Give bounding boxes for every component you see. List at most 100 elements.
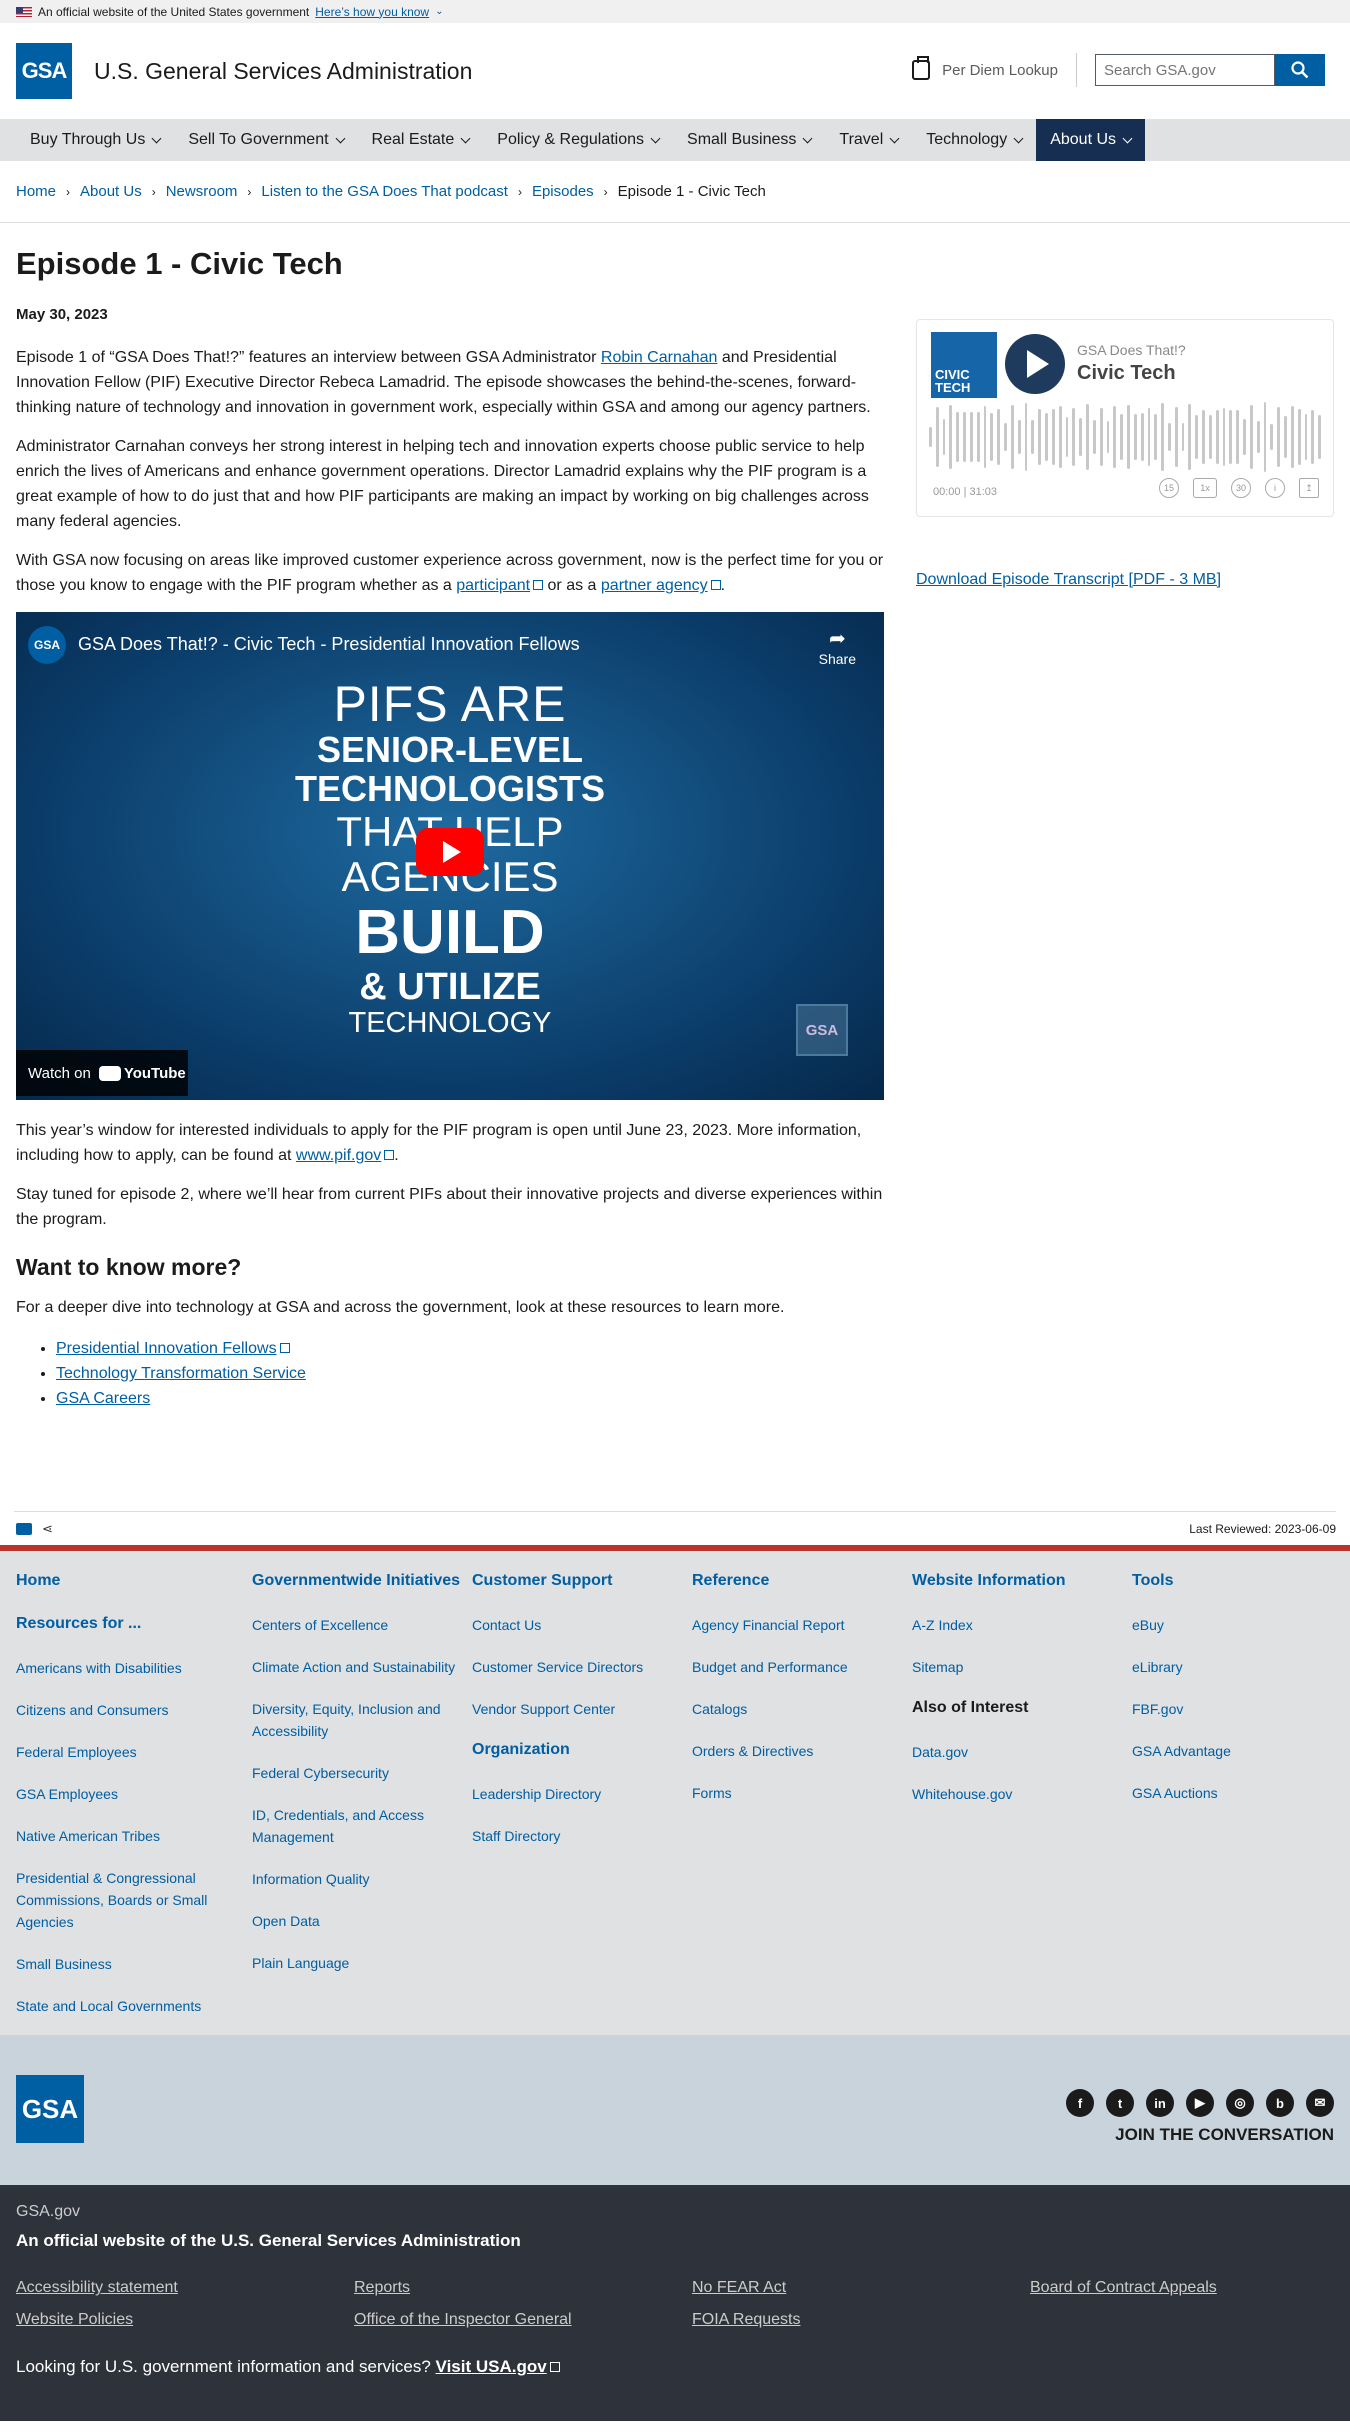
- visit-usa-gov-link[interactable]: Visit USA.gov: [436, 2357, 547, 2376]
- breadcrumb-about-us[interactable]: About Us: [80, 183, 142, 200]
- nav-small-business[interactable]: Small Business: [673, 119, 825, 161]
- print-icon[interactable]: [16, 1522, 32, 1535]
- forward-30-icon[interactable]: 30: [1231, 478, 1251, 498]
- facebook-icon[interactable]: f: [1066, 2089, 1094, 2118]
- footer-support-link[interactable]: Contact Us: [472, 1614, 692, 1636]
- youtube-icon[interactable]: ▶: [1186, 2089, 1214, 2118]
- waveform-scrubber[interactable]: [929, 402, 1322, 472]
- robin-carnahan-link[interactable]: Robin Carnahan: [601, 349, 718, 366]
- footer-reference-link[interactable]: Agency Financial Report: [692, 1614, 912, 1636]
- footer-website-link[interactable]: Sitemap: [912, 1656, 1132, 1678]
- twitter-icon[interactable]: t: [1106, 2089, 1134, 2118]
- chevron-down-icon: [335, 133, 345, 143]
- nav-real-estate[interactable]: Real Estate: [358, 119, 484, 161]
- blog-icon[interactable]: b: [1266, 2089, 1294, 2118]
- download-transcript-link[interactable]: Download Episode Transcript [PDF - 3 MB]: [916, 571, 1221, 588]
- footer-tool-link[interactable]: GSA Auctions: [1132, 1782, 1312, 1804]
- footer-org-link[interactable]: Leadership Directory: [472, 1783, 692, 1805]
- footer-resource-link[interactable]: Native American Tribes: [16, 1825, 252, 1847]
- footer-reference-link[interactable]: Budget and Performance: [692, 1656, 912, 1678]
- footer-gov-link[interactable]: Information Quality: [252, 1868, 472, 1890]
- board-of-contract-appeals-link[interactable]: Board of Contract Appeals: [1030, 2279, 1350, 2297]
- site-title[interactable]: U.S. General Services Administration: [94, 58, 472, 85]
- reports-link[interactable]: Reports: [354, 2279, 692, 2297]
- tts-resource-link[interactable]: Technology Transformation Service: [56, 1365, 306, 1382]
- footer-gov-link[interactable]: Open Data: [252, 1910, 472, 1932]
- social-links: f t in ▶ ◎ b ✉: [1066, 2089, 1334, 2118]
- footer-gov-link[interactable]: Diversity, Equity, Inclusion and Accessi…: [252, 1698, 472, 1742]
- inspector-general-link[interactable]: Office of the Inspector General: [354, 2311, 692, 2329]
- nav-technology[interactable]: Technology: [912, 119, 1036, 161]
- footer-tool-link[interactable]: GSA Advantage: [1132, 1740, 1312, 1762]
- search-button[interactable]: [1275, 54, 1325, 86]
- footer-resource-link[interactable]: Presidential & Congressional Commissions…: [16, 1867, 252, 1933]
- footer-gov-link[interactable]: ID, Credentials, and Access Management: [252, 1804, 472, 1848]
- footer-gsa-logo[interactable]: GSA: [16, 2075, 84, 2144]
- email-icon[interactable]: ✉: [1306, 2089, 1334, 2118]
- footer-tool-link[interactable]: eLibrary: [1132, 1656, 1312, 1678]
- footer-org-link[interactable]: Staff Directory: [472, 1825, 692, 1847]
- waveform-bar: [1154, 414, 1158, 460]
- linkedin-icon[interactable]: in: [1146, 2089, 1174, 2118]
- playback-speed-button[interactable]: 1x: [1193, 478, 1217, 498]
- breadcrumb-home[interactable]: Home: [16, 183, 56, 200]
- footer-resource-link[interactable]: State and Local Governments: [16, 1995, 252, 2017]
- channel-avatar[interactable]: GSA: [28, 626, 66, 665]
- nav-sell-to-government[interactable]: Sell To Government: [174, 119, 357, 161]
- footer-resource-link[interactable]: Americans with Disabilities: [16, 1657, 252, 1679]
- footer-gov-link[interactable]: Federal Cybersecurity: [252, 1762, 472, 1784]
- footer-interest-link[interactable]: Data.gov: [912, 1741, 1132, 1763]
- youtube-video-embed[interactable]: GSA GSA Does That!? - Civic Tech - Presi…: [16, 612, 884, 1101]
- breadcrumb-episodes[interactable]: Episodes: [532, 183, 594, 200]
- no-fear-act-link[interactable]: No FEAR Act: [692, 2279, 1030, 2297]
- footer-resource-link[interactable]: GSA Employees: [16, 1783, 252, 1805]
- footer-reference-link[interactable]: Orders & Directives: [692, 1740, 912, 1762]
- footer-resource-link[interactable]: Citizens and Consumers: [16, 1699, 252, 1721]
- footer-website-link[interactable]: A-Z Index: [912, 1614, 1132, 1636]
- nav-travel[interactable]: Travel: [825, 119, 912, 161]
- per-diem-lookup-link[interactable]: Per Diem Lookup: [912, 53, 1077, 87]
- footer-gov-link[interactable]: Centers of Excellence: [252, 1614, 472, 1636]
- footer-tool-link[interactable]: FBF.gov: [1132, 1698, 1312, 1720]
- footer-gov-link[interactable]: Climate Action and Sustainability: [252, 1656, 472, 1678]
- footer-reference-link[interactable]: Forms: [692, 1782, 912, 1804]
- share-icon[interactable]: ⋖: [42, 1522, 54, 1535]
- nav-policy-regulations[interactable]: Policy & Regulations: [483, 119, 673, 161]
- text: .: [394, 1147, 399, 1165]
- rewind-15-icon[interactable]: 15: [1159, 478, 1179, 498]
- heres-how-you-know-link[interactable]: Here’s how you know: [315, 5, 429, 19]
- accessibility-statement-link[interactable]: Accessibility statement: [16, 2279, 354, 2297]
- footer-resource-link[interactable]: Small Business: [16, 1953, 252, 1975]
- info-icon[interactable]: i: [1265, 478, 1285, 498]
- foia-requests-link[interactable]: FOIA Requests: [692, 2311, 1030, 2329]
- footer-interest-link[interactable]: Whitehouse.gov: [912, 1783, 1132, 1805]
- video-play-button[interactable]: [416, 828, 484, 877]
- footer-reference-link[interactable]: Catalogs: [692, 1698, 912, 1720]
- participant-link[interactable]: participant: [456, 577, 530, 594]
- footer-support-link[interactable]: Vendor Support Center: [472, 1698, 692, 1720]
- video-share-button[interactable]: ➦ Share: [819, 626, 856, 667]
- partner-agency-link[interactable]: partner agency: [601, 577, 708, 594]
- instagram-icon[interactable]: ◎: [1226, 2089, 1254, 2118]
- breadcrumb-newsroom[interactable]: Newsroom: [166, 183, 238, 200]
- gsa-logo[interactable]: GSA: [16, 43, 72, 99]
- footer-resource-link[interactable]: Federal Employees: [16, 1741, 252, 1763]
- website-policies-link[interactable]: Website Policies: [16, 2311, 354, 2329]
- podcast-play-button[interactable]: [1005, 334, 1065, 394]
- pif-gov-link[interactable]: www.pif.gov: [296, 1147, 381, 1164]
- watch-on-youtube-button[interactable]: Watch on YouTube: [16, 1050, 188, 1097]
- nav-buy-through-us[interactable]: Buy Through Us: [16, 119, 174, 161]
- nav-label: Technology: [926, 131, 1008, 148]
- waveform-bar: [976, 412, 980, 462]
- footer-gov-link[interactable]: Plain Language: [252, 1952, 472, 1974]
- footer-support-link[interactable]: Customer Service Directors: [472, 1656, 692, 1678]
- nav-about-us[interactable]: About Us: [1036, 119, 1146, 161]
- gsa-careers-link[interactable]: GSA Careers: [56, 1390, 150, 1407]
- pif-resource-link[interactable]: Presidential Innovation Fellows: [56, 1340, 277, 1357]
- share-icon[interactable]: ↥: [1299, 478, 1319, 498]
- footer-tool-link[interactable]: eBuy: [1132, 1614, 1312, 1636]
- search-input[interactable]: [1095, 54, 1275, 86]
- breadcrumb-podcast[interactable]: Listen to the GSA Does That podcast: [261, 183, 508, 200]
- footer-home-link[interactable]: Home: [16, 1571, 252, 1592]
- video-title[interactable]: GSA Does That!? - Civic Tech - President…: [78, 634, 580, 655]
